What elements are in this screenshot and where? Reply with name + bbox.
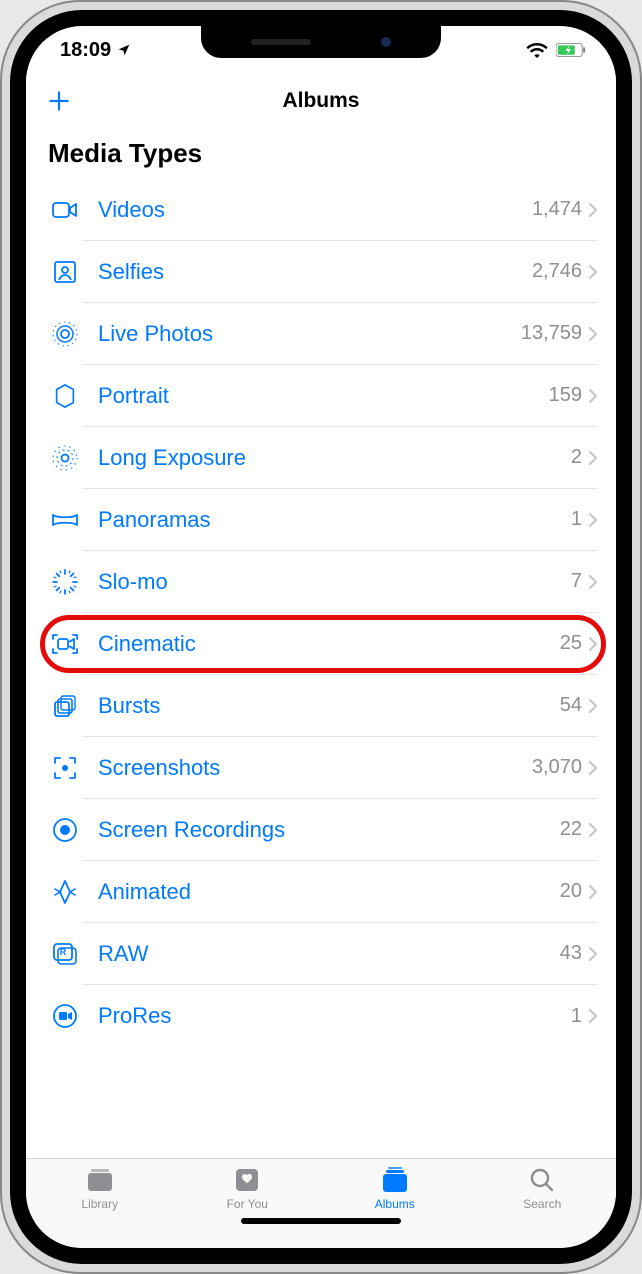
wifi-icon (526, 42, 548, 58)
add-button[interactable] (46, 88, 72, 114)
chevron-right-icon (588, 326, 598, 342)
row-count: 22 (560, 818, 582, 841)
chevron-right-icon (588, 388, 598, 404)
row-label: Long Exposure (98, 445, 571, 471)
tab-albums[interactable]: Albums (321, 1167, 469, 1211)
media-type-row[interactable]: ProRes1 (26, 985, 616, 1047)
media-type-row[interactable]: Screen Recordings22 (26, 799, 616, 861)
row-label: Screen Recordings (98, 817, 560, 843)
home-indicator[interactable] (241, 1218, 401, 1224)
media-type-row[interactable]: Bursts54 (26, 675, 616, 737)
chevron-right-icon (588, 760, 598, 776)
row-count: 159 (549, 384, 582, 407)
cinematic-icon (48, 633, 82, 655)
row-label: Portrait (98, 383, 549, 409)
media-type-row[interactable]: Cinematic25 (26, 613, 616, 675)
chevron-right-icon (588, 636, 598, 652)
media-type-row[interactable]: Long Exposure2 (26, 427, 616, 489)
row-label: Screenshots (98, 755, 532, 781)
tab-label: For You (227, 1197, 268, 1211)
selfies-icon (48, 260, 82, 284)
row-count: 1,474 (532, 198, 582, 221)
row-label: Animated (98, 879, 560, 905)
media-type-row[interactable]: Animated20 (26, 861, 616, 923)
nav-bar: Albums (26, 74, 616, 128)
row-label: ProRes (98, 1003, 571, 1029)
row-count: 1 (571, 508, 582, 531)
albums-tab-icon (380, 1167, 410, 1193)
row-count: 25 (560, 632, 582, 655)
section-header: Media Types (26, 128, 616, 179)
row-label: Videos (98, 197, 532, 223)
media-type-row[interactable]: R RAW43 (26, 923, 616, 985)
row-count: 7 (571, 570, 582, 593)
battery-icon (556, 43, 586, 57)
row-count: 43 (560, 942, 582, 965)
chevron-right-icon (588, 822, 598, 838)
animated-icon (48, 879, 82, 905)
raw-icon: R (48, 942, 82, 966)
tab-bar: Library For You Albums Search (26, 1158, 616, 1248)
library-tab-icon (84, 1167, 116, 1193)
tab-library[interactable]: Library (26, 1167, 174, 1211)
video-icon (48, 200, 82, 220)
row-count: 2 (571, 446, 582, 469)
media-type-row[interactable]: Live Photos13,759 (26, 303, 616, 365)
long-exposure-icon (48, 445, 82, 471)
tab-label: Search (523, 1197, 561, 1211)
row-label: RAW (98, 941, 560, 967)
row-count: 20 (560, 880, 582, 903)
row-count: 13,759 (521, 322, 582, 345)
chevron-right-icon (588, 884, 598, 900)
media-type-row[interactable]: Slo-mo7 (26, 551, 616, 613)
row-count: 54 (560, 694, 582, 717)
row-count: 1 (571, 1005, 582, 1028)
slo-mo-icon (48, 569, 82, 595)
media-type-row[interactable]: Screenshots3,070 (26, 737, 616, 799)
media-type-row[interactable]: Panoramas1 (26, 489, 616, 551)
screenshots-icon (48, 755, 82, 781)
row-label: Slo-mo (98, 569, 571, 595)
prores-icon (48, 1003, 82, 1029)
tab-search[interactable]: Search (469, 1167, 617, 1211)
page-title: Albums (282, 89, 359, 113)
row-label: Panoramas (98, 507, 571, 533)
media-type-row[interactable]: Selfies2,746 (26, 241, 616, 303)
chevron-right-icon (588, 512, 598, 528)
search-tab-icon (529, 1167, 555, 1193)
panoramas-icon (48, 511, 82, 529)
chevron-right-icon (588, 574, 598, 590)
media-type-row[interactable]: Videos1,474 (26, 179, 616, 241)
row-label: Selfies (98, 259, 532, 285)
chevron-right-icon (588, 264, 598, 280)
chevron-right-icon (588, 698, 598, 714)
tab-label: Library (81, 1197, 118, 1211)
chevron-right-icon (588, 450, 598, 466)
for-you-tab-icon (234, 1167, 260, 1193)
screen-rec-icon (48, 817, 82, 843)
row-count: 2,746 (532, 260, 582, 283)
live-photos-icon (48, 321, 82, 347)
chevron-right-icon (588, 202, 598, 218)
portrait-icon (48, 383, 82, 409)
content-scroll[interactable]: Media Types Videos1,474Selfies2,746Live … (26, 128, 616, 1158)
row-label: Bursts (98, 693, 560, 719)
location-icon (117, 43, 131, 57)
row-label: Live Photos (98, 321, 521, 347)
row-count: 3,070 (532, 756, 582, 779)
tab-for-you[interactable]: For You (174, 1167, 322, 1211)
chevron-right-icon (588, 946, 598, 962)
bursts-icon (48, 693, 82, 719)
chevron-right-icon (588, 1008, 598, 1024)
media-type-row[interactable]: Portrait159 (26, 365, 616, 427)
row-label: Cinematic (98, 631, 560, 657)
tab-label: Albums (375, 1197, 415, 1211)
status-time: 18:09 (60, 39, 111, 62)
